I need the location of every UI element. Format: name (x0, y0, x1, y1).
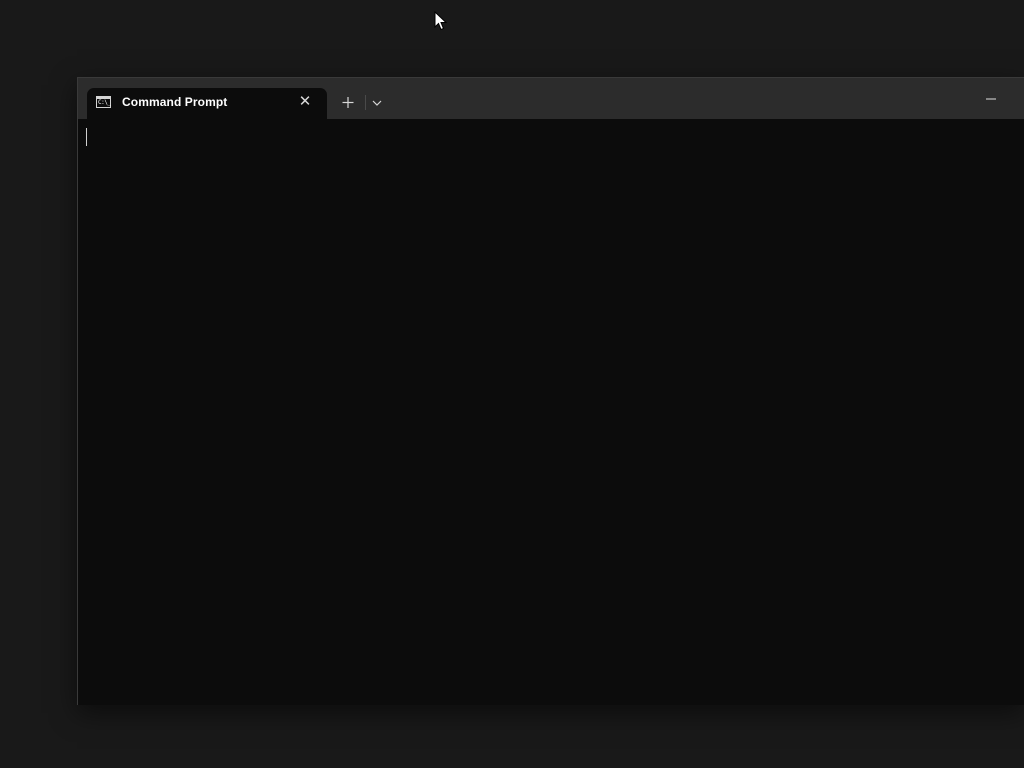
minimize-icon (986, 98, 996, 100)
plus-icon (342, 97, 354, 108)
command-prompt-icon-text: C:\_ (98, 99, 111, 106)
terminal-window[interactable]: C:\_ Command Prompt ✕ (77, 77, 1024, 705)
new-tab-dropdown-button[interactable] (368, 93, 386, 113)
tab-title: Command Prompt (122, 95, 228, 109)
command-prompt-icon: C:\_ (96, 96, 111, 108)
close-tab-button[interactable]: ✕ (297, 94, 313, 110)
title-bar[interactable]: C:\_ Command Prompt ✕ (78, 78, 1024, 119)
toolbar-divider (365, 95, 366, 110)
desktop: C:\_ Command Prompt ✕ (0, 0, 1024, 768)
terminal-area[interactable] (78, 119, 1024, 705)
mouse-pointer-icon (434, 11, 448, 31)
close-icon: ✕ (298, 93, 312, 110)
text-caret (86, 128, 87, 146)
new-tab-button[interactable] (338, 93, 358, 113)
minimize-button[interactable] (976, 88, 1006, 108)
tab-command-prompt[interactable]: C:\_ Command Prompt ✕ (87, 88, 327, 119)
chevron-down-icon (372, 100, 382, 106)
